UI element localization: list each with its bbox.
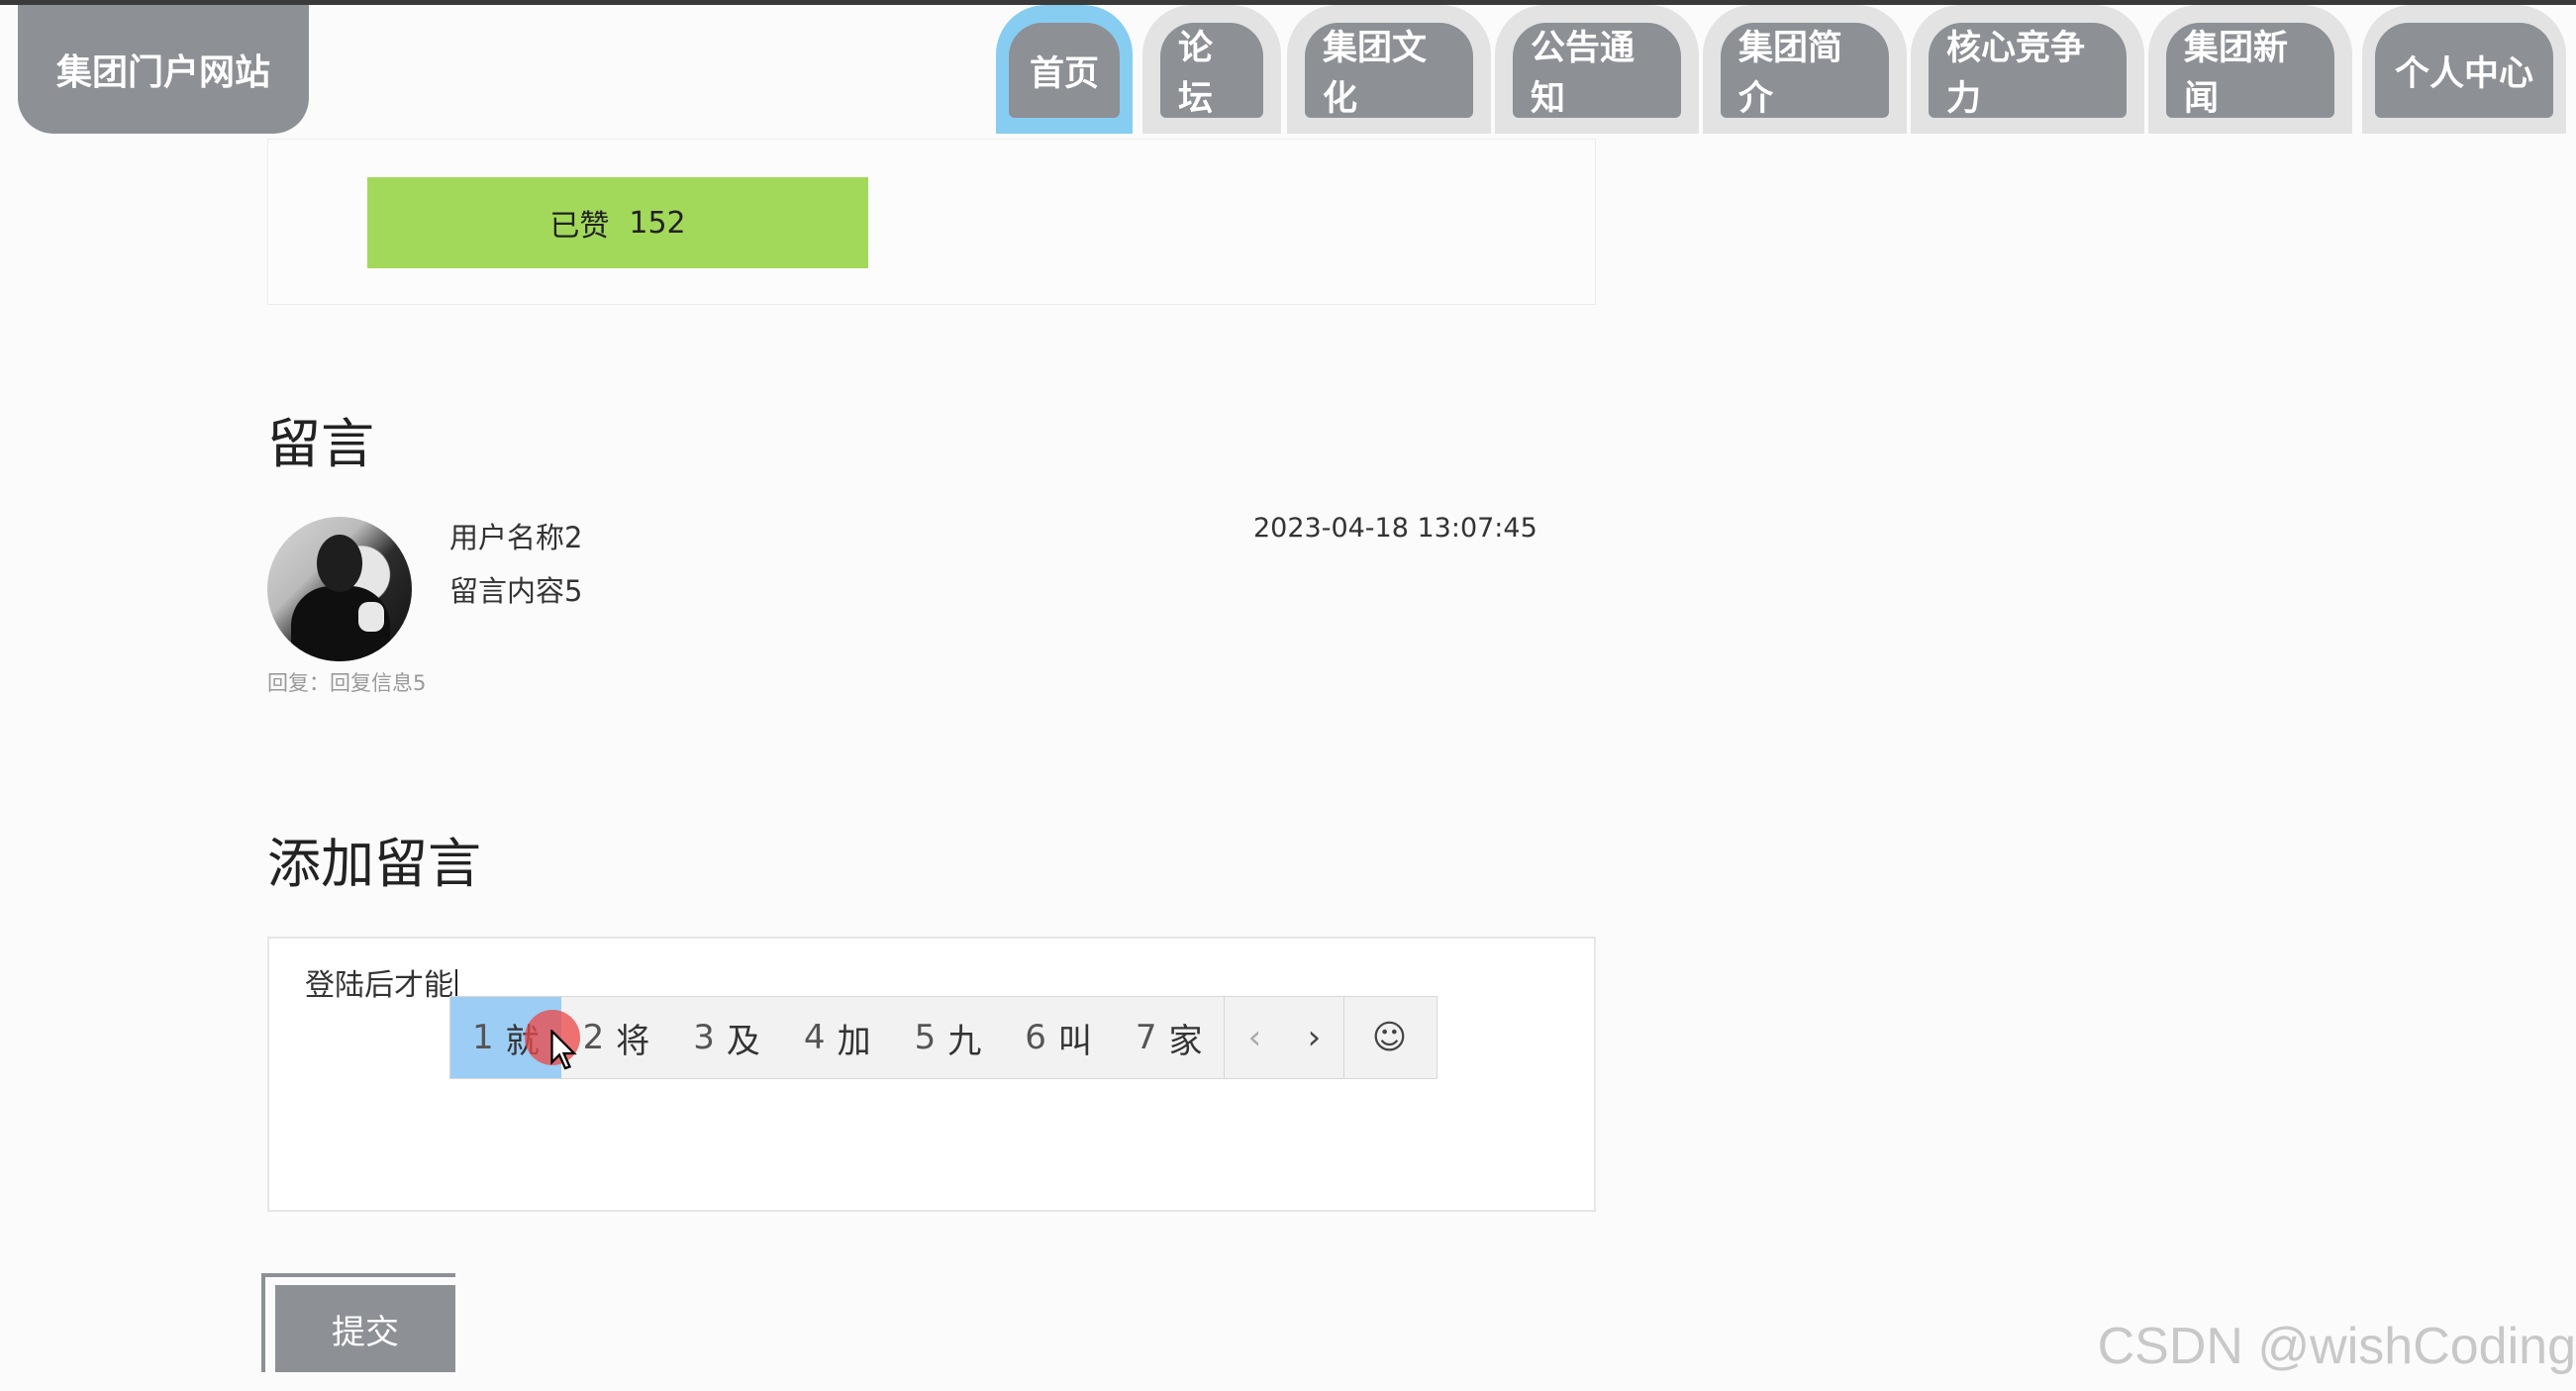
ime-candidate-number: 1 (472, 1018, 494, 1057)
ime-candidate-7[interactable]: 7家 (1114, 997, 1225, 1078)
comment-username: 用户名称2 (449, 521, 583, 554)
ime-candidate-number: 7 (1135, 1018, 1157, 1057)
ime-prev-page-icon[interactable]: ‹ (1225, 997, 1284, 1078)
ime-candidate-number: 3 (693, 1018, 715, 1057)
ime-candidate-5[interactable]: 5九 (893, 997, 1004, 1078)
avatar (267, 517, 412, 661)
ime-candidate-number: 6 (1025, 1018, 1046, 1057)
ime-candidate-number: 5 (914, 1018, 937, 1057)
nav-label-personal-center: 个人中心 (2375, 23, 2553, 118)
nav-label-competitiveness: 核心竞争力 (1929, 23, 2127, 119)
like-button[interactable]: 已赞 152 (367, 177, 868, 268)
ime-candidate-6[interactable]: 6叫 (1003, 997, 1114, 1078)
nav-label-forum: 论坛 (1160, 23, 1263, 119)
nav-tab-intro[interactable]: 集团简介 (1703, 5, 1907, 134)
nav-label-intro: 集团简介 (1721, 23, 1889, 119)
ime-candidate-text: 将 (616, 1021, 650, 1061)
textarea-value: 登陆后才能 (305, 960, 457, 1005)
ime-candidate-4[interactable]: 4加 (782, 997, 893, 1078)
watermark: CSDN @wishCoding (2097, 1318, 2576, 1375)
comments-title: 留言 (267, 413, 374, 475)
nav-tab-culture[interactable]: 集团文化 (1287, 5, 1491, 134)
comment-content: 留言内容5 (449, 574, 583, 608)
ime-candidate-3[interactable]: 3及 (671, 997, 782, 1078)
ime-candidate-text: 九 (947, 1021, 982, 1061)
nav-label-home: 首页 (1009, 23, 1120, 118)
submit-button-frame: 提交 (261, 1273, 455, 1372)
submit-button[interactable]: 提交 (275, 1285, 455, 1372)
comment-time: 2023-04-18 13:07:45 (1253, 513, 1537, 544)
avatar-hand-shape (358, 602, 384, 632)
ime-candidate-bar: 1就 2将 3及 4加 5九 6叫 7家 ‹ › ☺ (449, 996, 1437, 1079)
like-card: 已赞 152 (267, 139, 1596, 305)
avatar-head-shape (317, 535, 362, 592)
nav-tab-home[interactable]: 首页 (996, 5, 1133, 134)
site-logo-title[interactable]: 集团门户网站 (18, 5, 309, 134)
nav-label-news: 集团新闻 (2166, 23, 2334, 119)
nav-label-notices: 公告通知 (1513, 23, 1681, 119)
nav-tab-notices[interactable]: 公告通知 (1495, 5, 1699, 134)
ime-candidate-text: 叫 (1057, 1021, 1092, 1061)
nav-label-culture: 集团文化 (1305, 23, 1473, 119)
ime-candidate-number: 2 (582, 1018, 605, 1057)
like-label: 已赞 (549, 209, 610, 244)
nav-tab-competitiveness[interactable]: 核心竞争力 (1911, 5, 2144, 134)
nav-tab-personal-center[interactable]: 个人中心 (2362, 5, 2566, 134)
ime-candidate-text: 家 (1168, 1021, 1203, 1061)
ime-candidate-text: 及 (726, 1021, 760, 1061)
comment-reply: 回复：回复信息5 (267, 671, 427, 695)
ime-candidate-number: 4 (803, 1018, 826, 1057)
site-header: 集团门户网站 首页 论坛 集团文化 公告通知 集团简介 核心竞争力 集团新闻 个… (0, 5, 2576, 134)
nav-tab-forum[interactable]: 论坛 (1142, 5, 1281, 134)
ime-emoji-icon[interactable]: ☺ (1344, 997, 1434, 1078)
add-comment-title: 添加留言 (267, 833, 481, 895)
ime-next-page-icon[interactable]: › (1284, 997, 1343, 1078)
like-count: 152 (629, 205, 686, 241)
textarea-text: 登陆后才能 (305, 968, 453, 1003)
ime-candidate-text: 加 (837, 1021, 871, 1061)
mouse-pointer-icon (550, 1030, 577, 1070)
nav-tab-news[interactable]: 集团新闻 (2148, 5, 2352, 134)
